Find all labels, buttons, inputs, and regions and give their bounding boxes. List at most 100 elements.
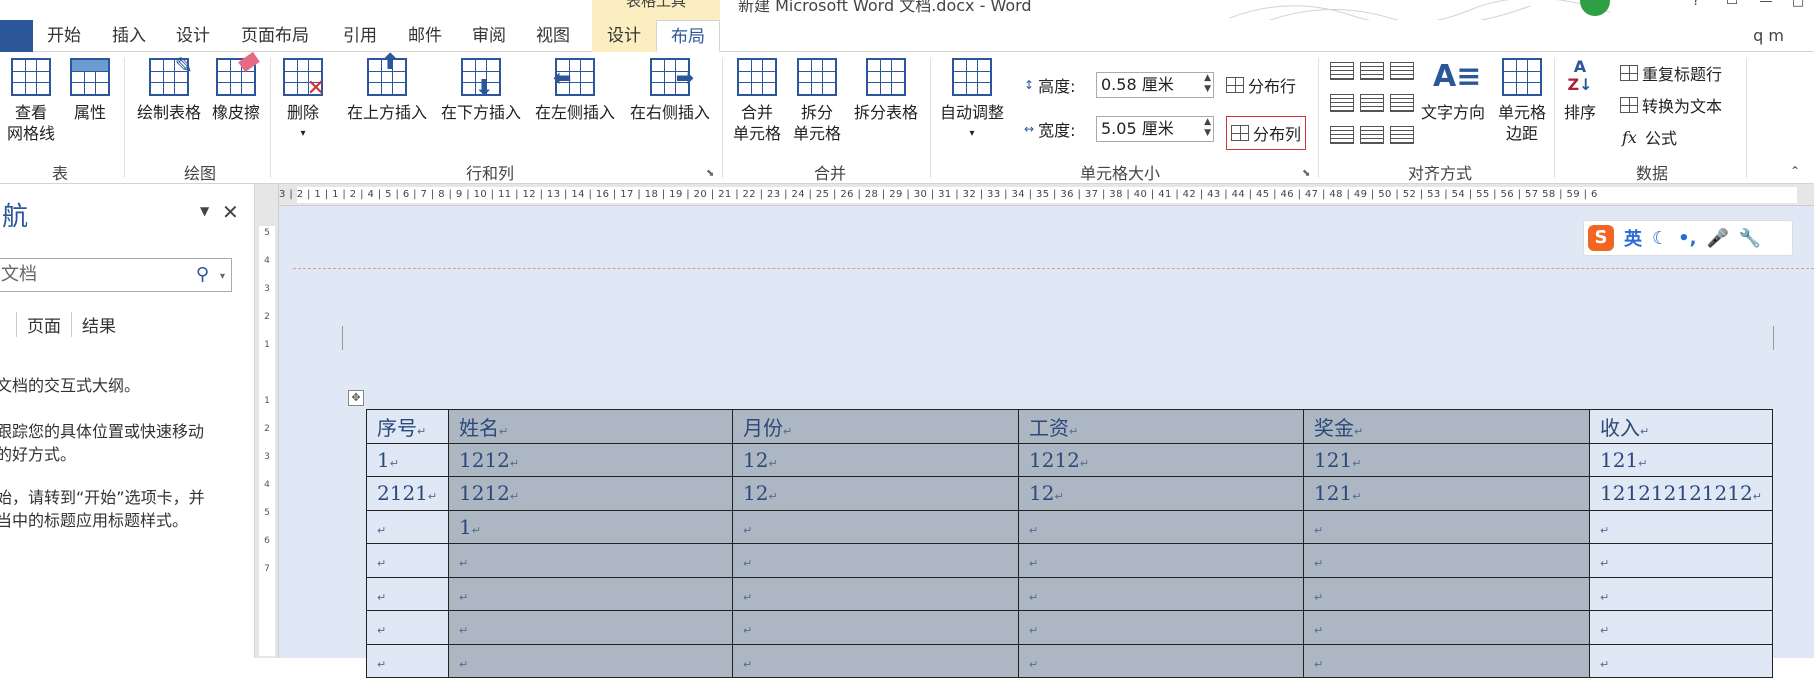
file-tab[interactable]	[0, 20, 33, 52]
table-header-row[interactable]: 序号↵ 姓名↵ 月份↵ 工资↵ 奖金↵ 收入↵	[366, 409, 1773, 444]
data-table[interactable]: 序号↵ 姓名↵ 月份↵ 工资↵ 奖金↵ 收入↵ 1↵ 1212↵ 12↵ 1212↵ 121↵ 121…	[366, 409, 1773, 678]
spinner-arrows-icon[interactable]: ▲ ▼	[1204, 73, 1211, 95]
table-header-cell[interactable]: 奖金↵	[1303, 409, 1590, 444]
split-table-button[interactable]: 拆分表格	[848, 58, 924, 123]
table-cell[interactable]: ↵	[1589, 509, 1773, 544]
table-cell[interactable]: 12↵	[732, 476, 1019, 511]
formula-button[interactable]: fx 公式	[1622, 124, 1677, 150]
table-cell[interactable]: ↵	[1018, 643, 1304, 678]
align-bottom-center-icon[interactable]	[1360, 126, 1384, 144]
tab-view[interactable]: 视图	[527, 20, 579, 52]
table-row[interactable]: ↵ ↵ ↵ ↵ ↵ ↵	[366, 576, 1773, 611]
text-direction-button[interactable]: A≡ 文字方向	[1414, 58, 1492, 123]
table-cell[interactable]: ↵	[1018, 576, 1304, 611]
chevron-down-icon[interactable]: ▼	[200, 204, 209, 218]
vertical-ruler[interactable]: 5 4 3 2 1 1 2 3 4 5 6 7	[255, 184, 279, 658]
table-cell[interactable]: ↵	[1303, 543, 1590, 578]
insert-below-button[interactable]: ⬇ 在下方插入	[434, 58, 528, 123]
table-cell[interactable]: 12↵	[732, 442, 1019, 477]
table-cell[interactable]: ↵	[1303, 643, 1590, 678]
insert-right-button[interactable]: ➡ 在右侧插入	[622, 58, 718, 123]
table-cell[interactable]: ↵	[1303, 576, 1590, 611]
nav-search-input[interactable]: 文档 ⚲ ▾	[0, 258, 232, 292]
nav-tab-results[interactable]: 结果	[71, 312, 126, 337]
minimize-icon[interactable]: —	[1756, 0, 1776, 16]
draw-table-button[interactable]: ✎ 绘制表格	[128, 56, 210, 123]
dialog-launcher-icon[interactable]: ⬊	[1302, 168, 1310, 179]
insert-left-button[interactable]: ⬅ 在左侧插入	[528, 58, 622, 123]
tab-design[interactable]: 设计	[167, 20, 219, 52]
table-cell[interactable]: ↵	[366, 509, 449, 544]
align-bottom-right-icon[interactable]	[1390, 126, 1414, 144]
mic-icon[interactable]: 🎤	[1706, 228, 1728, 249]
convert-to-text-button[interactable]: 转换为文本	[1620, 92, 1722, 118]
maximize-icon[interactable]: □	[1788, 0, 1808, 16]
row-height-spinner[interactable]: 0.58 厘米 ▲ ▼	[1096, 72, 1214, 98]
table-cell[interactable]: ↵	[1018, 543, 1304, 578]
table-cell[interactable]: 121↵	[1303, 442, 1590, 477]
distribute-cols-button[interactable]: 分布列	[1226, 116, 1307, 150]
table-header-cell[interactable]: 月份↵	[732, 409, 1019, 444]
spinner-arrows-icon[interactable]: ▲ ▼	[1204, 117, 1211, 139]
ime-language[interactable]: 英	[1624, 225, 1642, 251]
sort-button[interactable]: A Z↓ 排序	[1558, 58, 1602, 123]
table-cell[interactable]: ↵	[1589, 610, 1773, 645]
moon-icon[interactable]: ☾	[1652, 228, 1668, 249]
table-cell[interactable]: 121↵	[1303, 476, 1590, 511]
wrench-icon[interactable]: 🔧	[1739, 228, 1761, 249]
table-cell[interactable]: 1212↵	[448, 476, 733, 511]
table-row[interactable]: 2121↵ 1212↵ 12↵ 12↵ 121↵ 121212121212↵	[366, 476, 1773, 511]
table-header-cell[interactable]: 序号↵	[366, 409, 449, 444]
tab-table-design[interactable]: 设计	[592, 20, 656, 52]
table-cell[interactable]: ↵	[366, 543, 449, 578]
tab-home[interactable]: 开始	[38, 20, 90, 52]
split-cells-button[interactable]: 拆分 单元格	[788, 58, 846, 144]
table-cell[interactable]: ↵	[732, 610, 1019, 645]
tab-mailings[interactable]: 邮件	[399, 20, 451, 52]
table-cell[interactable]: 1212↵	[448, 442, 733, 477]
table-cell[interactable]: ↵	[1018, 610, 1304, 645]
table-header-cell[interactable]: 姓名↵	[448, 409, 733, 444]
table-cell[interactable]: ↵	[732, 643, 1019, 678]
tab-review[interactable]: 审阅	[463, 20, 515, 52]
ime-toolbar[interactable]: S 英 ☾ •, 🎤 🔧	[1583, 220, 1793, 256]
horizontal-ruler[interactable]: 3 | 2 | 1 | 1 | 2 | 4 | 5 | 6 | 7 | 8 | …	[279, 184, 1814, 206]
table-cell[interactable]: ↵	[1303, 610, 1590, 645]
table-header-cell[interactable]: 收入↵	[1589, 409, 1773, 444]
table-cell[interactable]: ↵	[366, 576, 449, 611]
table-cell[interactable]: ↵	[1589, 643, 1773, 678]
properties-button[interactable]: 属性	[64, 58, 116, 123]
repeat-header-button[interactable]: 重复标题行	[1620, 60, 1722, 86]
table-row[interactable]: ↵ ↵ ↵ ↵ ↵ ↵	[366, 643, 1773, 678]
table-cell[interactable]: 12↵	[1018, 476, 1304, 511]
merge-cells-button[interactable]: 合并 单元格	[728, 58, 786, 144]
dialog-launcher-icon[interactable]: ⬊	[706, 168, 714, 179]
table-row[interactable]: 1↵ 1212↵ 12↵ 1212↵ 121↵ 121↵	[366, 442, 1773, 477]
table-cell[interactable]: ↵	[448, 610, 733, 645]
table-cell[interactable]: ↵	[1303, 509, 1590, 544]
table-cell[interactable]: ↵	[732, 509, 1019, 544]
distribute-rows-button[interactable]: 分布行	[1226, 72, 1296, 98]
table-cell[interactable]: 1↵	[448, 509, 733, 544]
table-cell[interactable]: ↵	[366, 643, 449, 678]
table-cell[interactable]: 121↵	[1589, 442, 1773, 477]
table-cell[interactable]: ↵	[1589, 543, 1773, 578]
chevron-down-icon[interactable]: ▾	[220, 261, 225, 293]
table-cell[interactable]: ↵	[366, 610, 449, 645]
delete-button[interactable]: ✕ 删除 ▾	[274, 58, 332, 144]
table-cell[interactable]: ↵	[448, 643, 733, 678]
table-cell[interactable]: ↵	[448, 576, 733, 611]
align-top-center-icon[interactable]	[1360, 62, 1384, 80]
table-move-handle-icon[interactable]: ✥	[348, 390, 364, 406]
table-cell[interactable]: ↵	[448, 543, 733, 578]
table-cell[interactable]: ↵	[1018, 509, 1304, 544]
align-top-left-icon[interactable]	[1330, 62, 1354, 80]
close-icon[interactable]: ✕	[222, 200, 239, 224]
nav-tab-pages[interactable]: 页面	[16, 312, 71, 337]
help-icon[interactable]: ?	[1686, 0, 1706, 16]
table-header-cell[interactable]: 工资↵	[1018, 409, 1304, 444]
autofit-button[interactable]: 自动调整 ▾	[934, 58, 1010, 144]
table-cell[interactable]: ↵	[732, 543, 1019, 578]
table-cell[interactable]: 2121↵	[366, 476, 449, 511]
restore-icon[interactable]: ▭	[1722, 0, 1742, 16]
